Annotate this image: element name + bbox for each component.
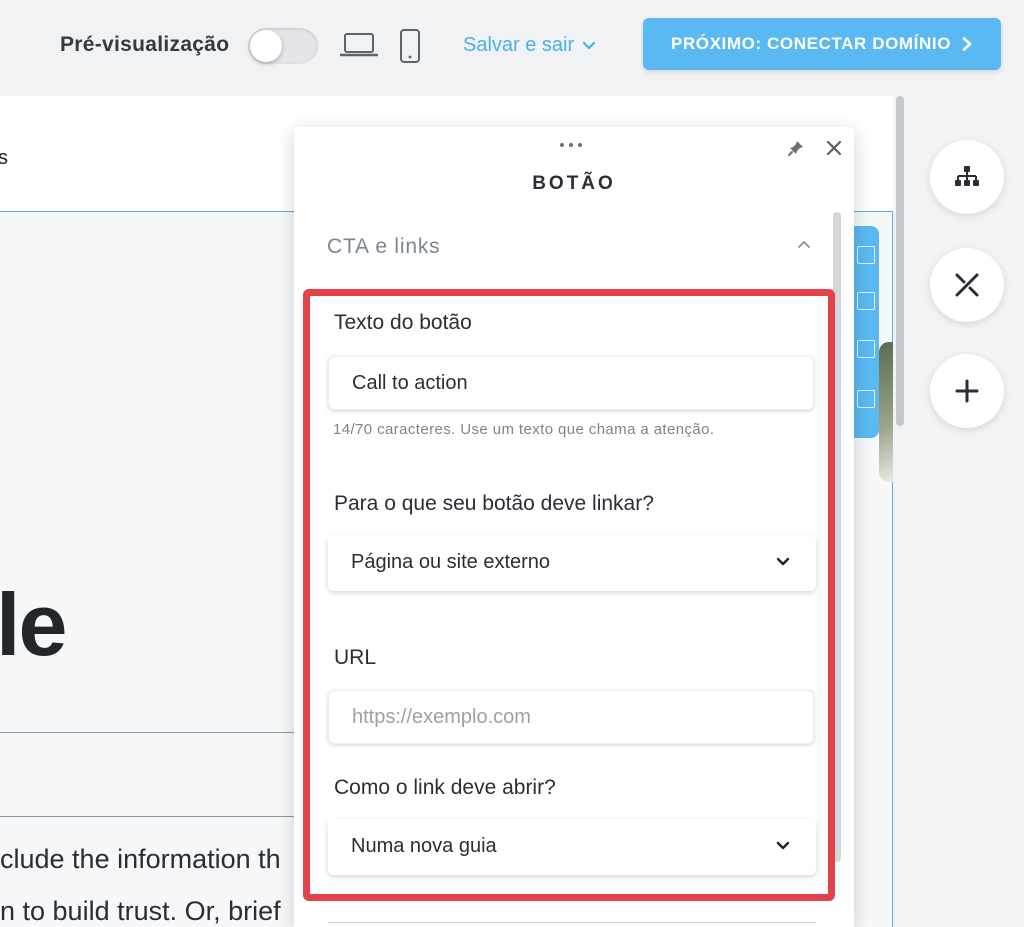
trash-icon[interactable] xyxy=(857,390,875,408)
canvas-scrollbar[interactable] xyxy=(896,96,904,426)
preview-toggle[interactable] xyxy=(248,28,318,64)
button-text-label: Texto do botão xyxy=(334,311,472,334)
divider xyxy=(0,816,320,817)
hero-heading[interactable]: le xyxy=(0,574,67,676)
laptop-icon[interactable] xyxy=(340,30,378,60)
add-button[interactable] xyxy=(930,354,1004,428)
body-text-line[interactable]: clude the information th xyxy=(0,844,281,875)
url-label: URL xyxy=(334,646,377,669)
url-input[interactable] xyxy=(328,690,814,744)
chevron-down-icon xyxy=(583,41,596,49)
page-icon[interactable] xyxy=(857,292,875,310)
duplicate-icon[interactable] xyxy=(857,340,875,358)
link-target-value: Página ou site externo xyxy=(351,551,551,573)
top-bar: Pré-visualização Salvar e sair PRÓXIMO: … xyxy=(0,0,1024,92)
phone-icon[interactable] xyxy=(398,28,422,64)
sitemap-icon xyxy=(955,166,979,186)
close-icon[interactable] xyxy=(825,139,843,157)
plus-icon xyxy=(955,379,979,403)
tools-icon xyxy=(955,273,979,297)
save-exit-button[interactable]: Salvar e sair xyxy=(463,34,596,57)
chevron-up-icon[interactable] xyxy=(797,239,811,249)
chevron-down-icon xyxy=(776,557,790,566)
drag-handle[interactable] xyxy=(556,143,586,151)
plant-image xyxy=(879,342,893,482)
move-icon[interactable] xyxy=(857,246,875,264)
button-settings-panel: BOTÃO CTA e links xyxy=(294,127,854,927)
button-text-input[interactable] xyxy=(328,356,814,410)
chevron-down-icon xyxy=(776,841,790,850)
panel-title: BOTÃO xyxy=(532,173,616,194)
divider xyxy=(0,732,320,733)
open-mode-label: Como o link deve abrir? xyxy=(334,776,556,799)
panel-scrollbar[interactable] xyxy=(833,212,841,862)
button-text-hint: 14/70 caracteres. Use um texto que chama… xyxy=(333,421,715,438)
tools-button[interactable] xyxy=(930,248,1004,322)
chevron-right-icon xyxy=(962,37,972,51)
save-exit-label: Salvar e sair xyxy=(463,34,575,56)
toggle-knob xyxy=(250,30,282,62)
link-target-select[interactable]: Página ou site externo xyxy=(328,535,816,591)
divider xyxy=(328,922,816,923)
pin-icon[interactable] xyxy=(787,139,805,157)
nav-item-fragment[interactable]: s xyxy=(0,147,8,170)
link-target-label: Para o que seu botão deve linkar? xyxy=(334,492,654,515)
open-mode-value: Numa nova guia xyxy=(351,835,497,857)
sitemap-button[interactable] xyxy=(930,140,1004,214)
section-header-cta-links[interactable]: CTA e links xyxy=(327,235,440,259)
next-connect-domain-button[interactable]: PRÓXIMO: CONECTAR DOMÍNIO xyxy=(643,18,1001,70)
body-text-line[interactable]: n to build trust. Or, brief xyxy=(0,896,281,927)
next-button-label: PRÓXIMO: CONECTAR DOMÍNIO xyxy=(670,34,952,53)
section-toolbar[interactable] xyxy=(854,226,879,438)
preview-label: Pré-visualização xyxy=(60,33,230,56)
open-mode-select[interactable]: Numa nova guia xyxy=(328,819,816,875)
